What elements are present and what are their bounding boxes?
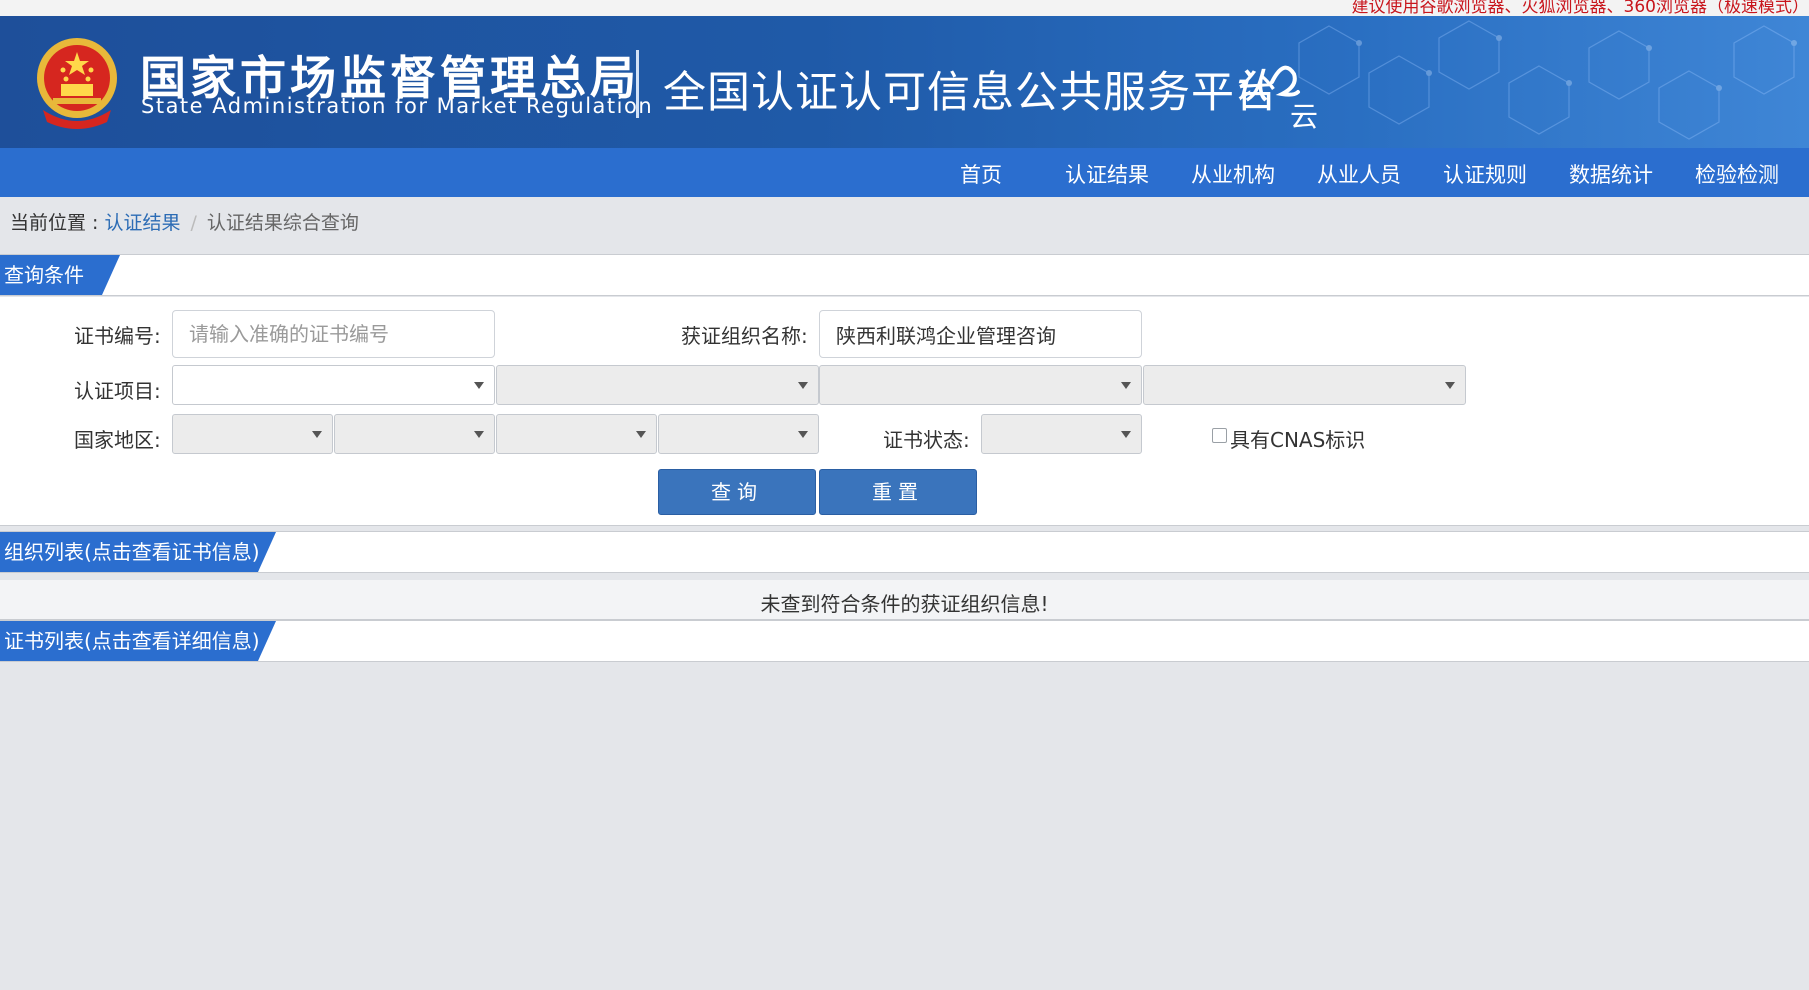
region-select-4[interactable]	[658, 414, 819, 454]
banner-divider	[636, 50, 639, 118]
nav-cert-results[interactable]: 认证结果	[1065, 159, 1149, 189]
browser-notice: 建议使用谷歌浏览器、火狐浏览器、360浏览器（极速模式）	[1351, 0, 1809, 16]
breadcrumb-separator: /	[190, 212, 197, 234]
org-list-section-title: 组织列表(点击查看证书信息)	[0, 532, 276, 572]
main-nav: 首页 认证结果 从业机构 从业人员 认证规则 数据统计 检验检测	[0, 148, 1809, 197]
nav-institutions[interactable]: 从业机构	[1191, 159, 1275, 189]
cert-list-section-bar: 证书列表(点击查看详细信息)	[0, 620, 1809, 662]
cert-project-select-2[interactable]	[496, 365, 819, 405]
reset-button[interactable]: 重置	[819, 469, 977, 515]
chevron-down-icon	[312, 431, 322, 438]
cnas-checkbox[interactable]	[1212, 428, 1227, 443]
renzheng-cloud-logo: 认 云	[1234, 65, 1318, 132]
region-select-2[interactable]	[334, 414, 495, 454]
search-button[interactable]: 查询	[658, 469, 816, 515]
logo-text-ren: 认	[1234, 67, 1268, 107]
region-select-3[interactable]	[496, 414, 657, 454]
breadcrumb-current: 认证结果综合查询	[206, 212, 359, 234]
org-list-empty-message: 未查到符合条件的获证组织信息!	[760, 592, 1049, 616]
org-name-label: 获证组织名称:	[681, 324, 808, 348]
cert-project-select-4[interactable]	[1143, 365, 1466, 405]
chevron-down-icon	[1445, 382, 1455, 389]
org-list-empty-row: 未查到符合条件的获证组织信息!	[0, 580, 1809, 620]
chevron-down-icon	[798, 431, 808, 438]
breadcrumb-link-cert-results[interactable]: 认证结果	[104, 212, 180, 234]
query-section-bar: 查询条件	[0, 254, 1809, 296]
chevron-down-icon	[474, 382, 484, 389]
chevron-down-icon	[1121, 431, 1131, 438]
agency-name-en: State Administration for Market Regulati…	[141, 94, 654, 118]
national-emblem-icon	[37, 38, 117, 129]
query-form: 证书编号: 获证组织名称: 认证项目: 国家地区: 证书状态: 具有CNAS标识…	[0, 297, 1809, 526]
cert-status-label: 证书状态:	[883, 428, 970, 452]
chevron-down-icon	[1121, 382, 1131, 389]
cert-list-section-title: 证书列表(点击查看详细信息)	[0, 621, 276, 661]
region-label: 国家地区:	[74, 428, 161, 452]
cert-status-select[interactable]	[981, 414, 1142, 454]
nav-inspection[interactable]: 检验检测	[1695, 159, 1779, 189]
org-name-input[interactable]	[819, 310, 1142, 358]
query-section-title: 查询条件	[0, 255, 120, 295]
cert-project-label: 认证项目:	[74, 379, 161, 403]
cert-project-select-1[interactable]	[172, 365, 495, 405]
chevron-down-icon	[636, 431, 646, 438]
nav-personnel[interactable]: 从业人员	[1317, 159, 1401, 189]
breadcrumb-prefix: 当前位置 :	[10, 212, 105, 234]
logo-text-yun: 云	[1290, 100, 1318, 132]
chevron-down-icon	[474, 431, 484, 438]
cert-no-label: 证书编号:	[74, 324, 161, 348]
platform-title: 全国认证认可信息公共服务平台	[663, 68, 1279, 118]
breadcrumb: 当前位置 : 认证结果 / 认证结果综合查询	[10, 208, 359, 235]
region-select-1[interactable]	[172, 414, 333, 454]
cert-project-select-3[interactable]	[819, 365, 1142, 405]
org-list-section-bar: 组织列表(点击查看证书信息)	[0, 531, 1809, 573]
top-notice-strip: 建议使用谷歌浏览器、火狐浏览器、360浏览器（极速模式）	[0, 0, 1809, 16]
chevron-down-icon	[798, 382, 808, 389]
cert-no-input[interactable]	[172, 310, 495, 358]
header-banner: 国家市场监督管理总局 State Administration for Mark…	[0, 16, 1809, 148]
nav-statistics[interactable]: 数据统计	[1569, 159, 1653, 189]
nav-cert-rules[interactable]: 认证规则	[1443, 159, 1527, 189]
cnas-checkbox-label[interactable]: 具有CNAS标识	[1230, 424, 1365, 453]
nav-home[interactable]: 首页	[960, 159, 1002, 189]
